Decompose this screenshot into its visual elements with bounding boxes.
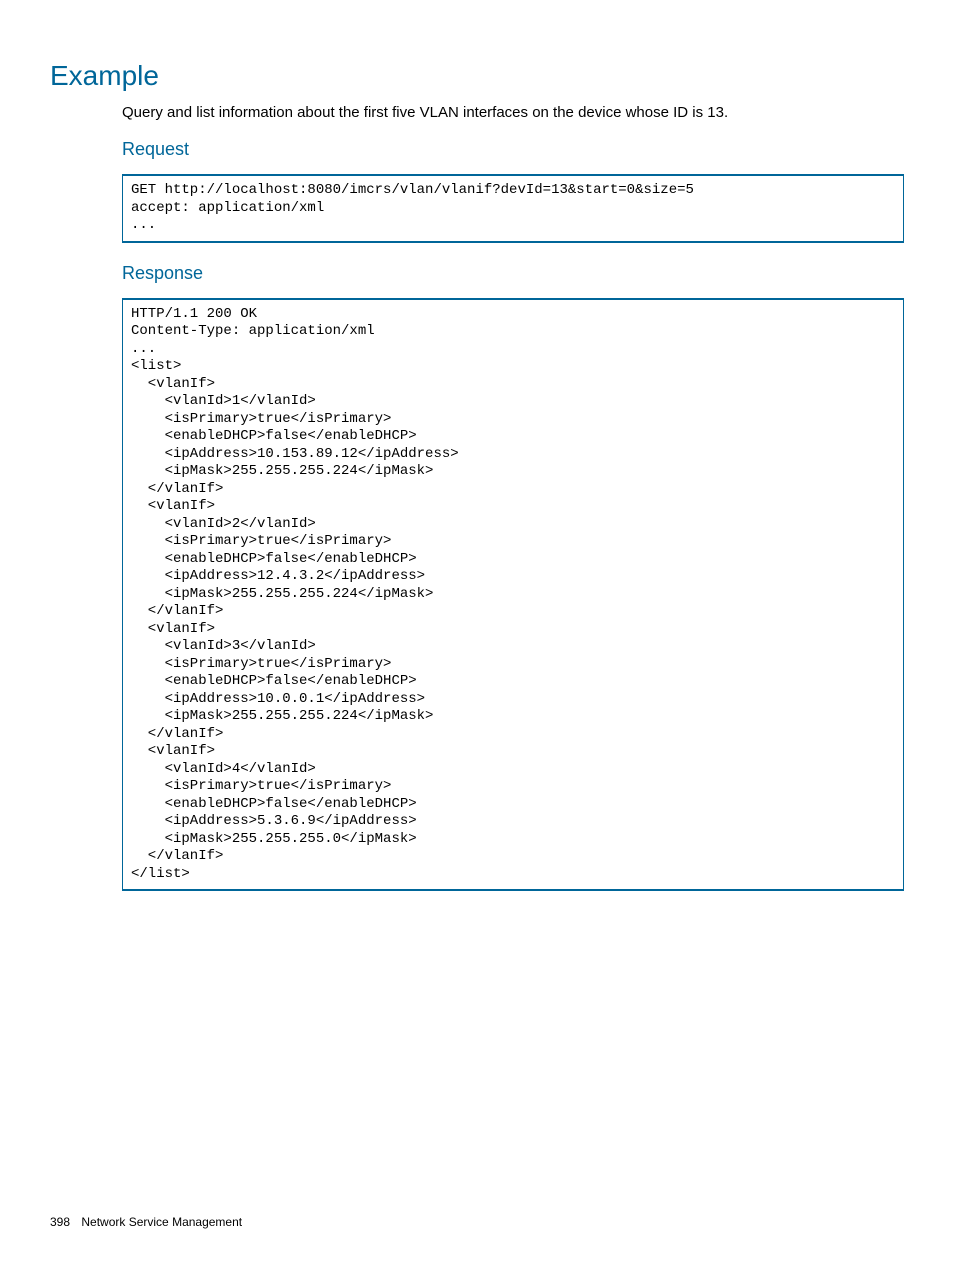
page-footer: 398 Network Service Management bbox=[50, 1215, 242, 1229]
request-code-block: GET http://localhost:8080/imcrs/vlan/vla… bbox=[122, 174, 904, 243]
footer-title: Network Service Management bbox=[81, 1215, 242, 1229]
section-heading-request: Request bbox=[122, 139, 904, 160]
intro-paragraph: Query and list information about the fir… bbox=[122, 104, 904, 121]
page-number: 398 bbox=[50, 1215, 70, 1229]
section-heading-response: Response bbox=[122, 263, 904, 284]
response-code-block: HTTP/1.1 200 OK Content-Type: applicatio… bbox=[122, 298, 904, 892]
section-heading-example: Example bbox=[50, 60, 904, 92]
